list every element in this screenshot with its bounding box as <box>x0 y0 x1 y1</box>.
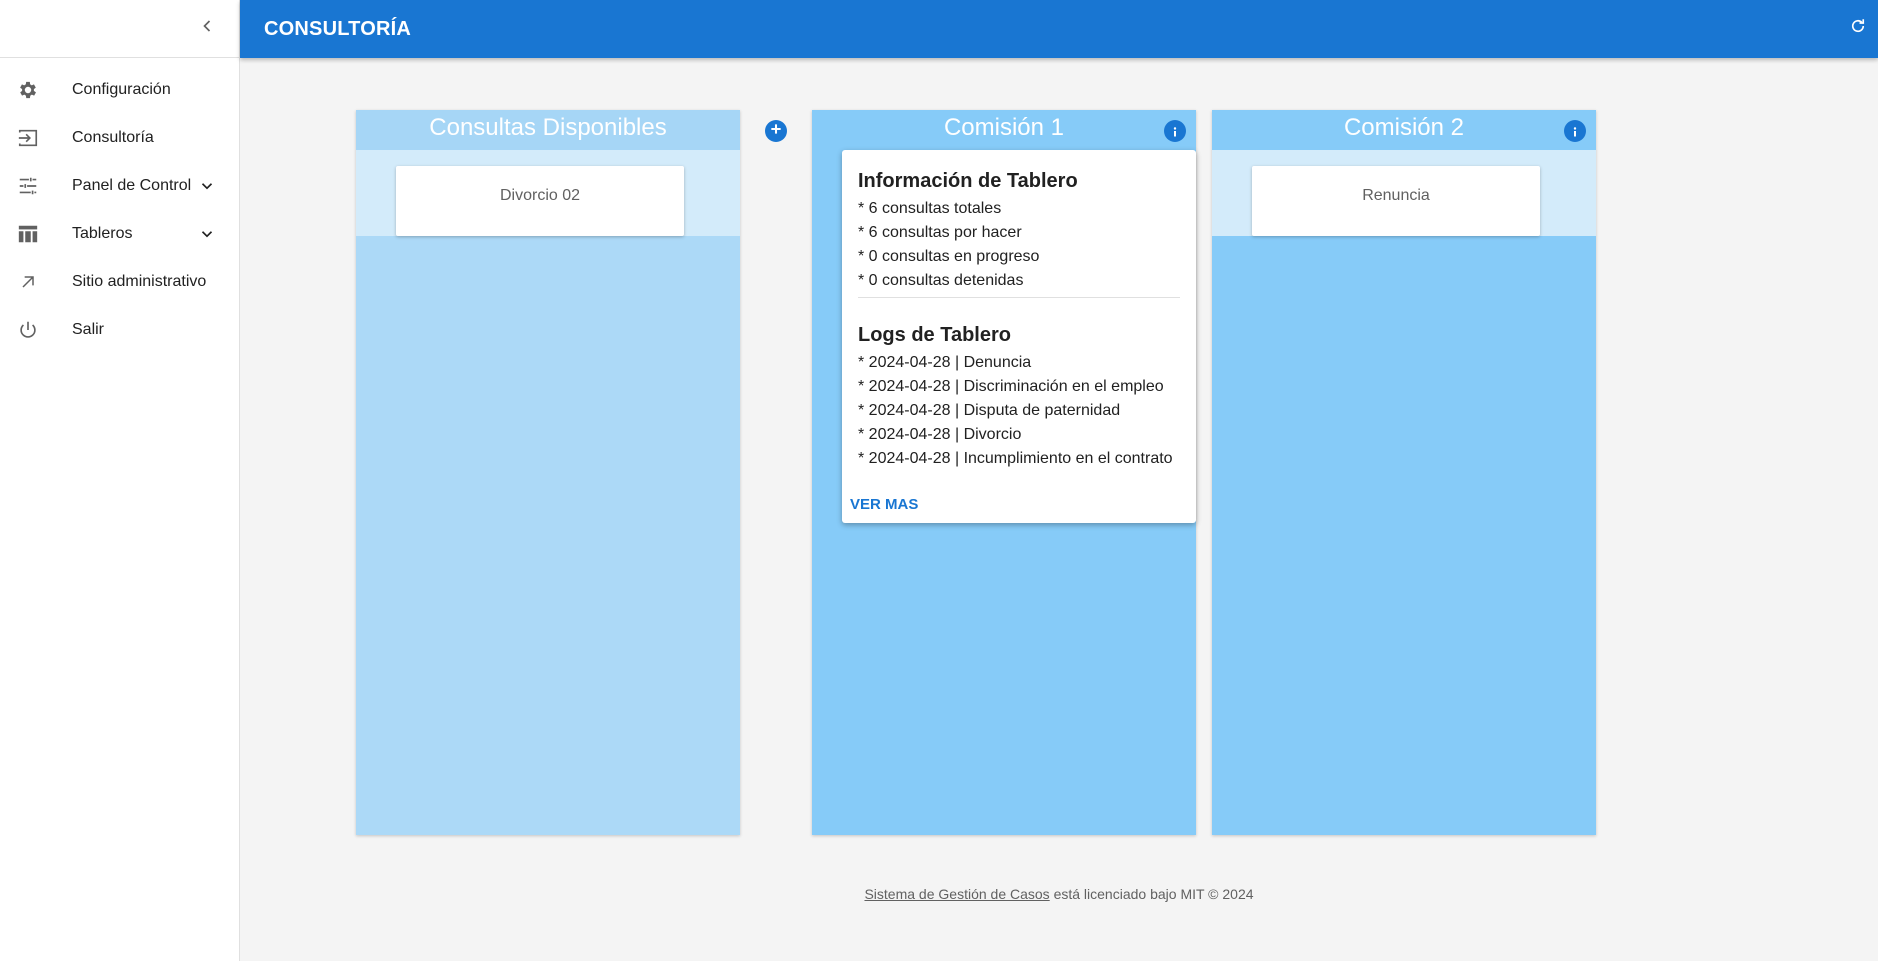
case-card[interactable]: Renuncia <box>1252 166 1540 236</box>
column-title-text: Comisión 1 <box>943 114 1065 141</box>
case-card[interactable]: Divorcio 02 <box>396 166 684 236</box>
column-title-text: Comisión 2 <box>1343 114 1465 141</box>
plus-icon <box>769 122 783 141</box>
log-line: * 2024-04-28 | Denuncia <box>858 354 1032 371</box>
log-line: * 2024-04-28 | Divorcio <box>858 426 1022 443</box>
info-panel-title: Información de Tablero <box>858 170 1078 192</box>
sidebar-item-configuracion[interactable]: Configuración <box>0 66 239 114</box>
sidebar-header <box>0 0 239 58</box>
info-button[interactable] <box>1564 120 1586 142</box>
info-line: * 6 consultas totales <box>858 200 1002 217</box>
logs-panel-title: Logs de Tablero <box>858 324 1011 346</box>
column-comision-2: Comisión 2 Renuncia <box>1212 110 1596 835</box>
ver-mas-button[interactable]: VER MAS <box>850 496 918 513</box>
sidebar-item-label: Consultoría <box>72 129 154 146</box>
info-icon <box>1169 113 1181 149</box>
add-board-button[interactable] <box>765 120 787 142</box>
column-consultas-disponibles: Consultas Disponibles Divorcio 02 <box>356 110 740 835</box>
sidebar-item-label: Tableros <box>72 225 133 242</box>
sidebar: Configuración Consultoría Panel de Contr… <box>0 0 240 961</box>
sidebar-item-label: Sitio administrativo <box>72 273 207 290</box>
sidebar-item-tableros[interactable]: Tableros <box>0 210 239 258</box>
arrow-up-right-icon <box>16 270 40 294</box>
collapse-sidebar-button[interactable] <box>193 14 221 42</box>
footer-link[interactable]: Sistema de Gestión de Casos <box>864 886 1049 902</box>
info-line: * 6 consultas por hacer <box>858 224 1022 241</box>
footer: Sistema de Gestión de Casos está licenci… <box>240 886 1878 902</box>
divider <box>858 297 1180 298</box>
power-icon <box>16 318 40 342</box>
chevron-down-icon[interactable] <box>195 174 219 198</box>
log-line: * 2024-04-28 | Discriminación en el empl… <box>858 378 1164 395</box>
footer-license-text: está licenciado bajo MIT © 2024 <box>1049 886 1254 902</box>
column-title: Consultas Disponibles <box>356 110 740 150</box>
log-line: * 2024-04-28 | Incumplimiento en el cont… <box>858 450 1173 467</box>
sidebar-nav: Configuración Consultoría Panel de Contr… <box>0 58 239 354</box>
sidebar-item-label: Salir <box>72 321 105 338</box>
info-button[interactable] <box>1164 120 1186 142</box>
sidebar-item-panel-de-control[interactable]: Panel de Control <box>0 162 239 210</box>
chevron-left-icon <box>197 16 217 41</box>
chevron-down-icon[interactable] <box>195 222 219 246</box>
refresh-button[interactable] <box>1846 16 1870 40</box>
sidebar-item-consultoria[interactable]: Consultoría <box>0 114 239 162</box>
gear-icon <box>16 78 40 102</box>
login-icon <box>16 126 40 150</box>
column-title: Comisión 1 <box>812 110 1196 150</box>
board-info-panel: Información de Tablero * 6 consultas tot… <box>842 150 1196 523</box>
table-icon <box>16 222 40 246</box>
drop-zone[interactable]: Renuncia <box>1212 150 1596 236</box>
sidebar-item-label: Configuración <box>72 81 171 98</box>
log-line: * 2024-04-28 | Disputa de paternidad <box>858 402 1121 419</box>
tune-icon <box>16 174 40 198</box>
column-title: Comisión 2 <box>1212 110 1596 150</box>
app-header: CONSULTORÍA <box>240 0 1878 58</box>
refresh-icon <box>1849 17 1867 40</box>
page-title: CONSULTORÍA <box>264 17 412 40</box>
sidebar-item-sitio-administrativo[interactable]: Sitio administrativo <box>0 258 239 306</box>
drop-zone[interactable]: Divorcio 02 <box>356 150 740 236</box>
sidebar-item-salir[interactable]: Salir <box>0 306 239 354</box>
info-line: * 0 consultas en progreso <box>858 248 1040 265</box>
info-line: * 0 consultas detenidas <box>858 272 1024 289</box>
info-icon <box>1569 113 1581 149</box>
sidebar-item-label: Panel de Control <box>72 177 192 194</box>
